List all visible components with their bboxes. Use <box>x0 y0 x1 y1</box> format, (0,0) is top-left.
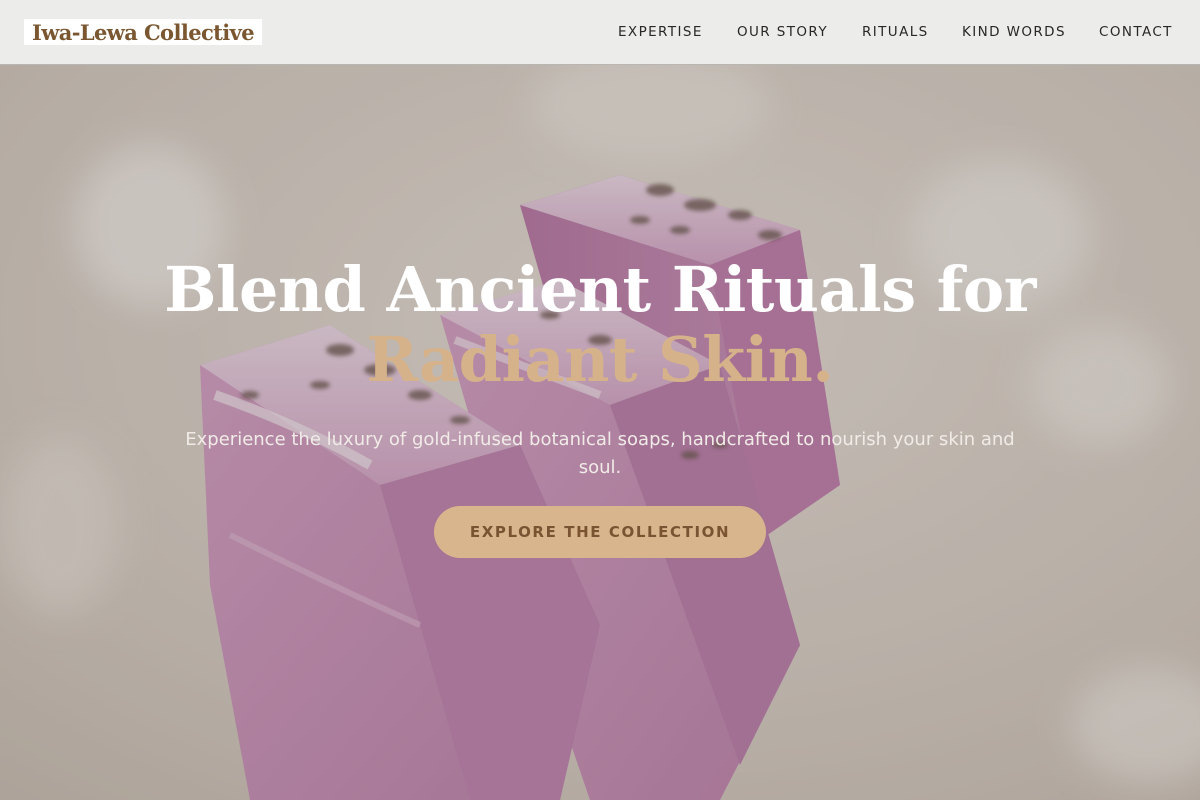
site-header: Iwa-Lewa Collective EXPERTISE OUR STORY … <box>0 0 1200 65</box>
nav-link-rituals[interactable]: RITUALS <box>862 23 929 41</box>
hero-headline-accent: Radiant Skin. <box>366 323 834 396</box>
nav-link-contact[interactable]: CONTACT <box>1099 23 1173 41</box>
nav-link-our-story[interactable]: OUR STORY <box>737 23 828 41</box>
hero-section: Blend Ancient Rituals for Radiant Skin. … <box>0 65 1200 800</box>
hero-headline-main: Blend Ancient Rituals for <box>164 253 1036 326</box>
nav-link-expertise[interactable]: EXPERTISE <box>618 23 703 41</box>
hero-headline: Blend Ancient Rituals for Radiant Skin. <box>0 255 1200 395</box>
hero-subtitle: Experience the luxury of gold-infused bo… <box>185 429 1015 478</box>
explore-collection-button[interactable]: EXPLORE THE COLLECTION <box>434 506 766 558</box>
main-nav: EXPERTISE OUR STORY RITUALS KIND WORDS C… <box>0 23 1200 43</box>
nav-link-kind-words[interactable]: KIND WORDS <box>962 23 1066 41</box>
